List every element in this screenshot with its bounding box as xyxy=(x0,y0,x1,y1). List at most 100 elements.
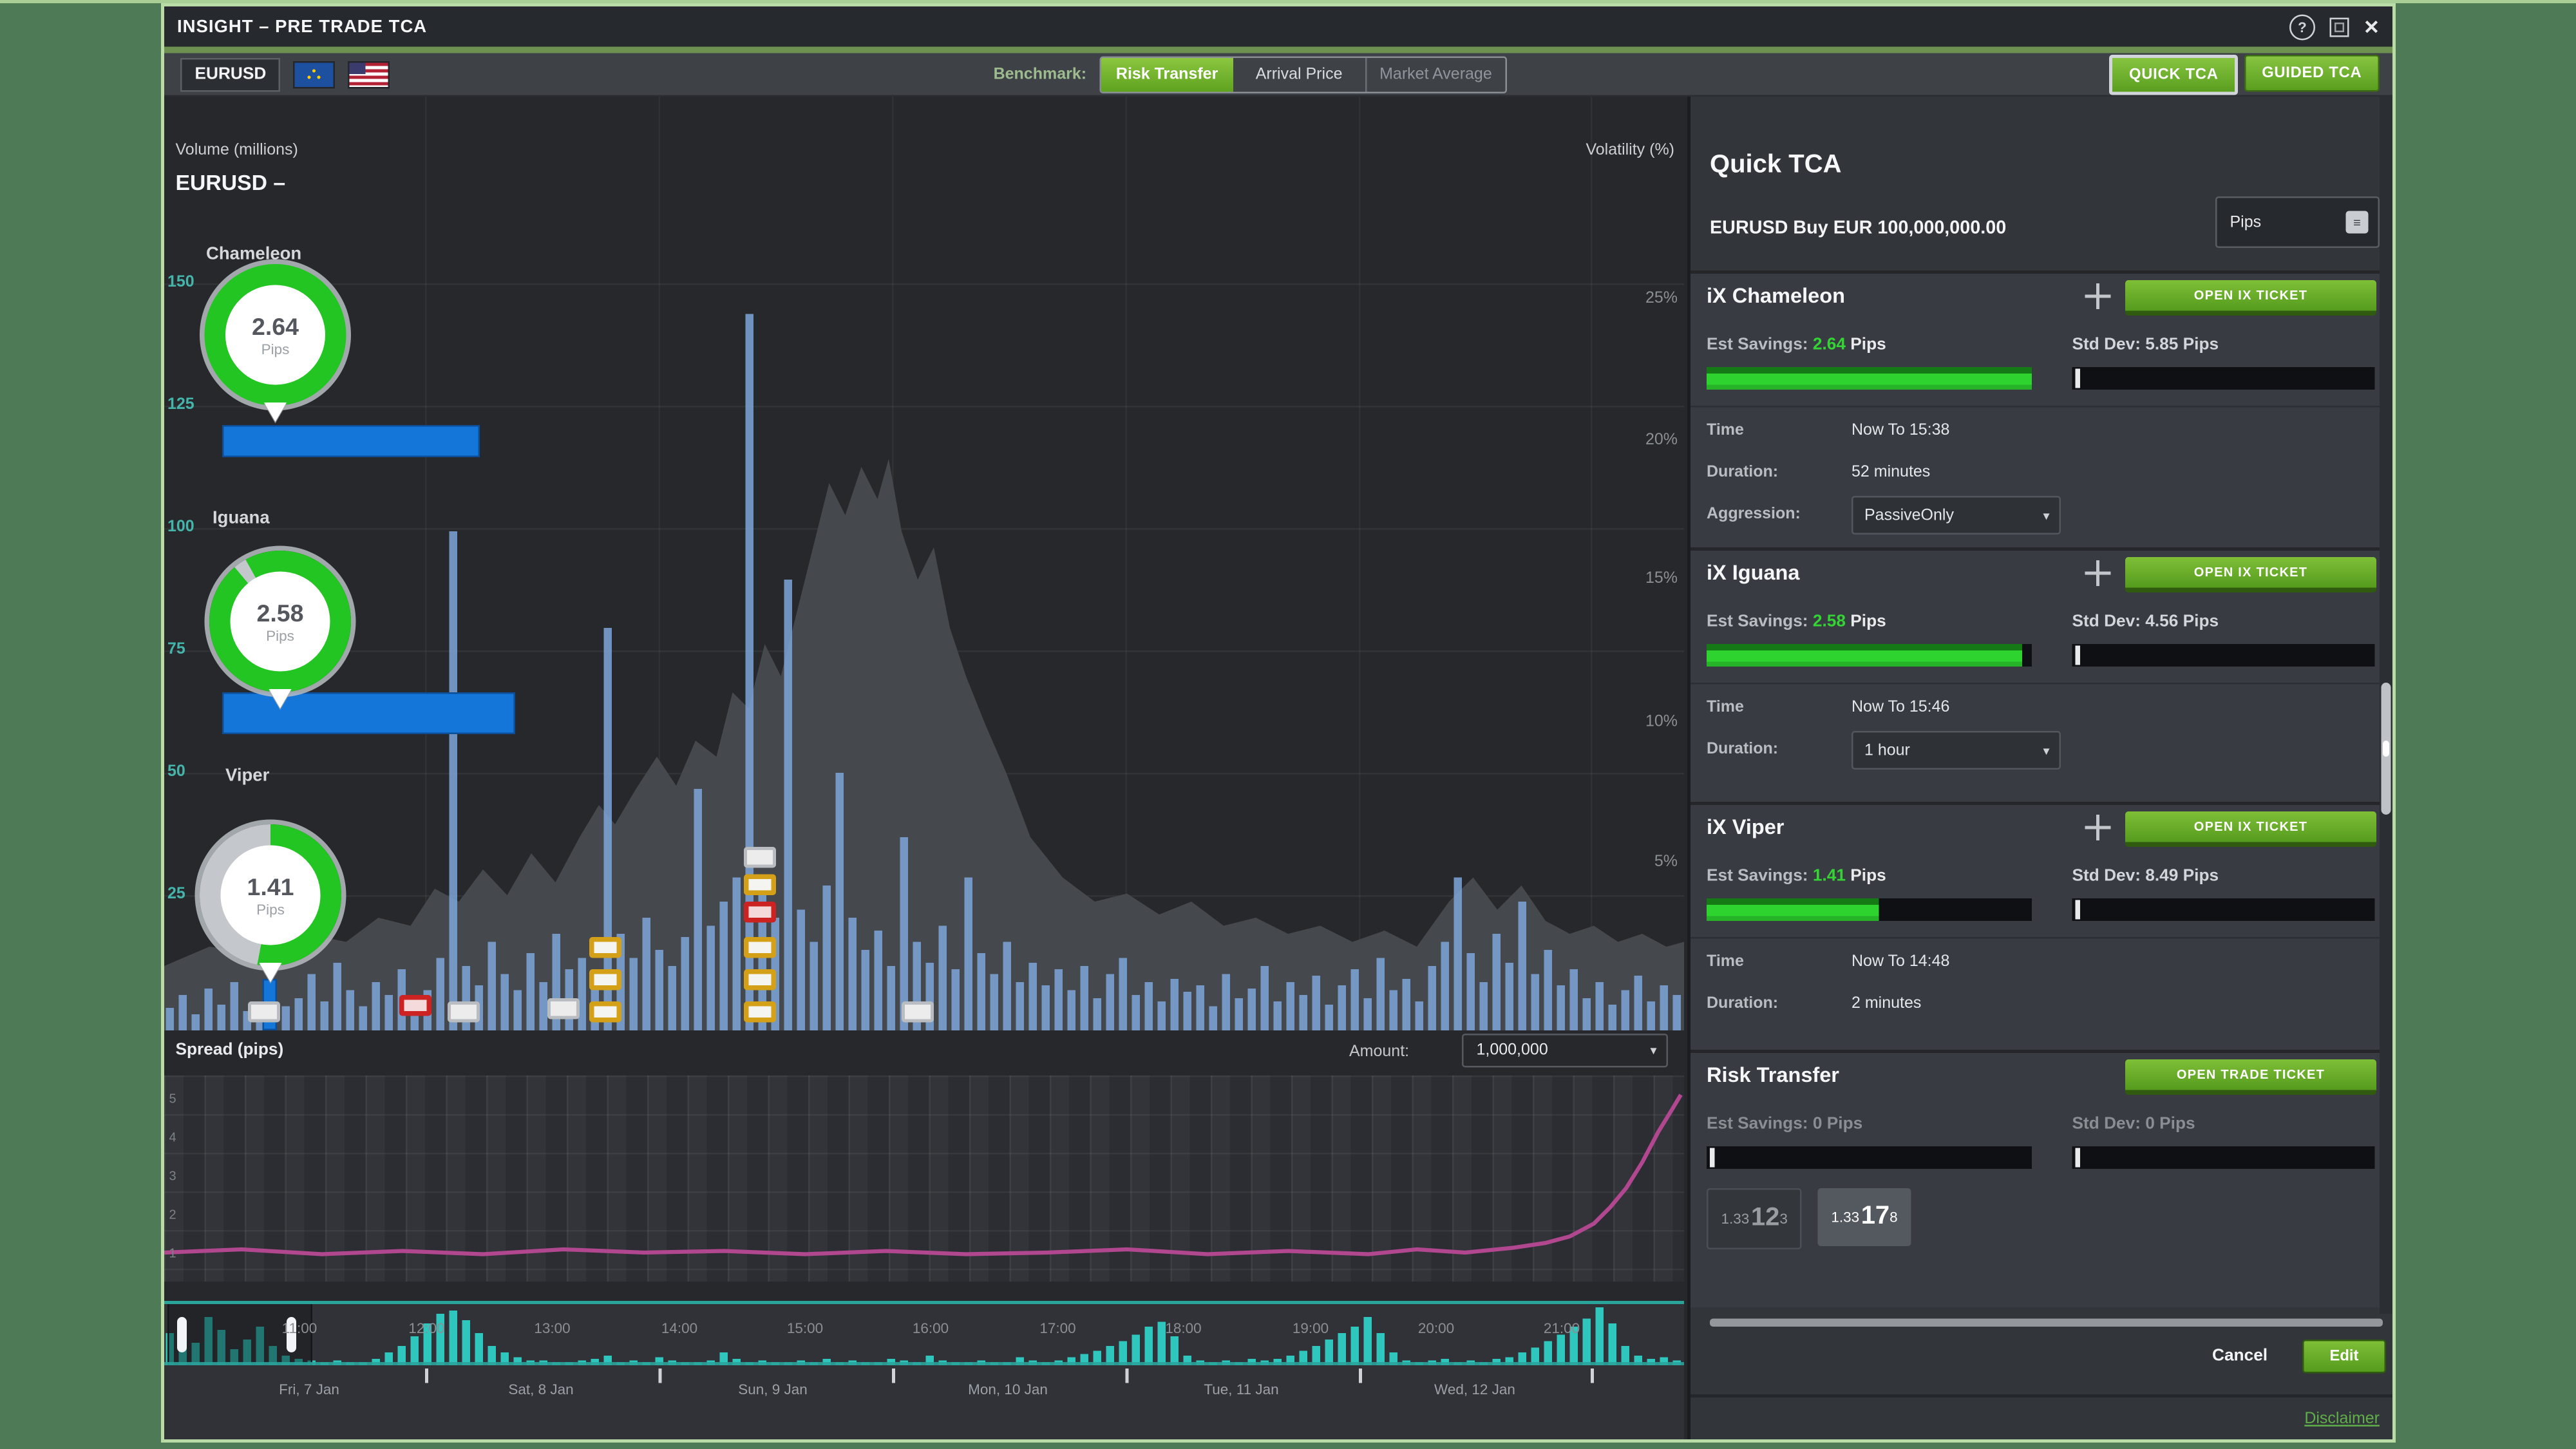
currency-pair-selector[interactable]: EURUSD xyxy=(180,57,281,91)
est-savings-unit: Pips xyxy=(1846,335,1886,354)
us-flag-icon xyxy=(348,61,390,88)
amount-select[interactable]: 1,000,000 ▾ xyxy=(1462,1034,1668,1068)
volume-bar xyxy=(372,982,381,1030)
benchmark-option-risk-transfer[interactable]: Risk Transfer xyxy=(1101,57,1233,91)
open-ticket-button[interactable]: OPEN IX TICKET xyxy=(2125,280,2376,316)
volume-bar xyxy=(952,969,960,1030)
algo-card-risk-transfer: Risk TransferOPEN TRADE TICKETEst Saving… xyxy=(1690,1050,2392,1307)
event-badge xyxy=(589,937,621,958)
volume-bar xyxy=(746,314,754,1031)
chevron-down-icon: ▾ xyxy=(2043,508,2049,523)
panel-horizontal-scrollbar[interactable] xyxy=(1710,1319,2383,1327)
volume-bar xyxy=(1351,969,1359,1030)
cancel-button[interactable]: Cancel xyxy=(2212,1346,2268,1365)
detail-value: Now To 14:48 xyxy=(1852,953,1949,971)
crosshair-icon[interactable] xyxy=(2083,559,2112,588)
gauge-unit: Pips xyxy=(256,901,285,917)
volume-bar xyxy=(578,958,587,1031)
benchmark-segmented-control: Risk TransferArrival PriceMarket Average xyxy=(1099,55,1506,93)
volume-bar xyxy=(1493,934,1501,1030)
benchmark-option-market-average[interactable]: Market Average xyxy=(1367,57,1505,91)
volume-bar xyxy=(205,989,213,1030)
timeline-navigator[interactable]: 11:0012:0013:0014:0015:0016:0017:0018:00… xyxy=(164,1301,1684,1439)
volume-bar xyxy=(1441,942,1450,1031)
tca-mode-buttons: QUICK TCAGUIDED TCA xyxy=(2110,54,2380,95)
volume-bar xyxy=(630,958,638,1031)
open-ticket-button[interactable]: OPEN TRADE TICKET xyxy=(2125,1059,2376,1095)
unit-select[interactable]: Pips ≡ xyxy=(2215,196,2380,248)
price-sub-digit: 8 xyxy=(1889,1209,1898,1226)
spread-line xyxy=(164,1075,1684,1282)
price-row: 1.33123 1.33178 xyxy=(1707,1188,1911,1249)
mode-button-guided-tca[interactable]: GUIDED TCA xyxy=(2244,54,2380,91)
volume-bar xyxy=(321,1001,329,1030)
volume-bar xyxy=(1673,995,1681,1030)
disclaimer-link[interactable]: Disclaimer xyxy=(2304,1410,2380,1428)
algo-gauge-viper[interactable]: 1.41Pips xyxy=(200,824,341,966)
scrollbar-thumb[interactable] xyxy=(2382,683,2391,815)
volume-bar xyxy=(308,974,316,1031)
close-icon[interactable]: ✕ xyxy=(2363,17,2380,36)
detail-select[interactable]: PassiveOnly▾ xyxy=(1852,496,2061,535)
detail-select[interactable]: 1 hour▾ xyxy=(1852,731,2061,770)
est-savings-unit: Pips xyxy=(1822,1114,1862,1133)
help-icon[interactable]: ? xyxy=(2289,14,2315,39)
open-ticket-button[interactable]: OPEN IX TICKET xyxy=(2125,811,2376,847)
open-ticket-button[interactable]: OPEN IX TICKET xyxy=(2125,557,2376,592)
timeline-bar xyxy=(1364,1317,1372,1365)
timeline-left-handle[interactable] xyxy=(177,1317,187,1352)
volume-bar xyxy=(939,926,947,1031)
timeline-time-label: 14:00 xyxy=(661,1320,697,1336)
volume-bar xyxy=(1325,1005,1334,1030)
volume-bar xyxy=(1145,982,1153,1030)
sell-price-button[interactable]: 1.33123 xyxy=(1707,1188,1802,1249)
stddev-bar-track xyxy=(2072,367,2375,390)
volume-bar xyxy=(295,998,303,1030)
timeline-bar xyxy=(1609,1323,1617,1365)
algo-gauge-chameleon[interactable]: 2.64Pips xyxy=(205,264,346,406)
volume-bar xyxy=(875,931,883,1030)
crosshair-icon[interactable] xyxy=(2083,282,2112,311)
volume-bar xyxy=(488,942,497,1031)
spread-axis-tick: 3 xyxy=(169,1169,176,1184)
volume-bar xyxy=(514,990,522,1031)
volume-bar xyxy=(694,789,703,1030)
event-badge xyxy=(589,1001,621,1023)
timeline-bar xyxy=(1377,1333,1385,1365)
timeline-bar xyxy=(1596,1307,1604,1365)
price-big-digits: 17 xyxy=(1861,1203,1889,1232)
edit-button[interactable]: Edit xyxy=(2302,1340,2386,1374)
timeline-time-label: 18:00 xyxy=(1165,1320,1201,1336)
volume-bar xyxy=(527,953,535,1030)
panel-footer: Disclaimer xyxy=(1690,1394,2392,1443)
app-window: INSIGHT – PRE TRADE TCA ? ✕ EURUSD Bench… xyxy=(164,6,2392,1439)
volume-bar xyxy=(656,950,664,1030)
volume-bar xyxy=(1480,982,1488,1030)
detail-label: Duration: xyxy=(1707,995,1778,1013)
event-badge xyxy=(744,902,776,923)
est-savings: Est Savings: 0 Pips xyxy=(1707,1114,1862,1133)
volume-bar xyxy=(501,974,509,1031)
volume-bar xyxy=(1377,958,1385,1031)
mode-button-quick-tca[interactable]: QUICK TCA xyxy=(2110,54,2238,95)
timeline-time-label: 19:00 xyxy=(1293,1320,1329,1336)
volume-bar xyxy=(1647,1001,1656,1030)
volume-bar xyxy=(733,878,741,1031)
volume-bar xyxy=(681,937,690,1030)
gauge-pointer xyxy=(269,689,292,708)
algo-gauge-iguana[interactable]: 2.58Pips xyxy=(209,551,351,692)
algo-card-ix-iguana: iX IguanaOPEN IX TICKETEst Savings: 2.58… xyxy=(1690,547,2392,802)
timeline-bar xyxy=(450,1311,458,1365)
buy-price-button[interactable]: 1.33178 xyxy=(1818,1188,1910,1246)
maximize-icon[interactable] xyxy=(2329,17,2349,36)
panel-vertical-scrollbar[interactable] xyxy=(2380,97,2392,1314)
event-badge xyxy=(744,847,776,868)
timeline-bar xyxy=(475,1333,484,1365)
volume-bar xyxy=(179,995,187,1030)
benchmark-option-arrival-price[interactable]: Arrival Price xyxy=(1233,57,1367,91)
crosshair-icon[interactable] xyxy=(2083,813,2112,842)
volume-bar xyxy=(334,963,342,1030)
spread-axis-tick: 2 xyxy=(169,1208,176,1222)
volume-bar xyxy=(1519,902,1527,1030)
volume-bar xyxy=(218,1005,226,1030)
